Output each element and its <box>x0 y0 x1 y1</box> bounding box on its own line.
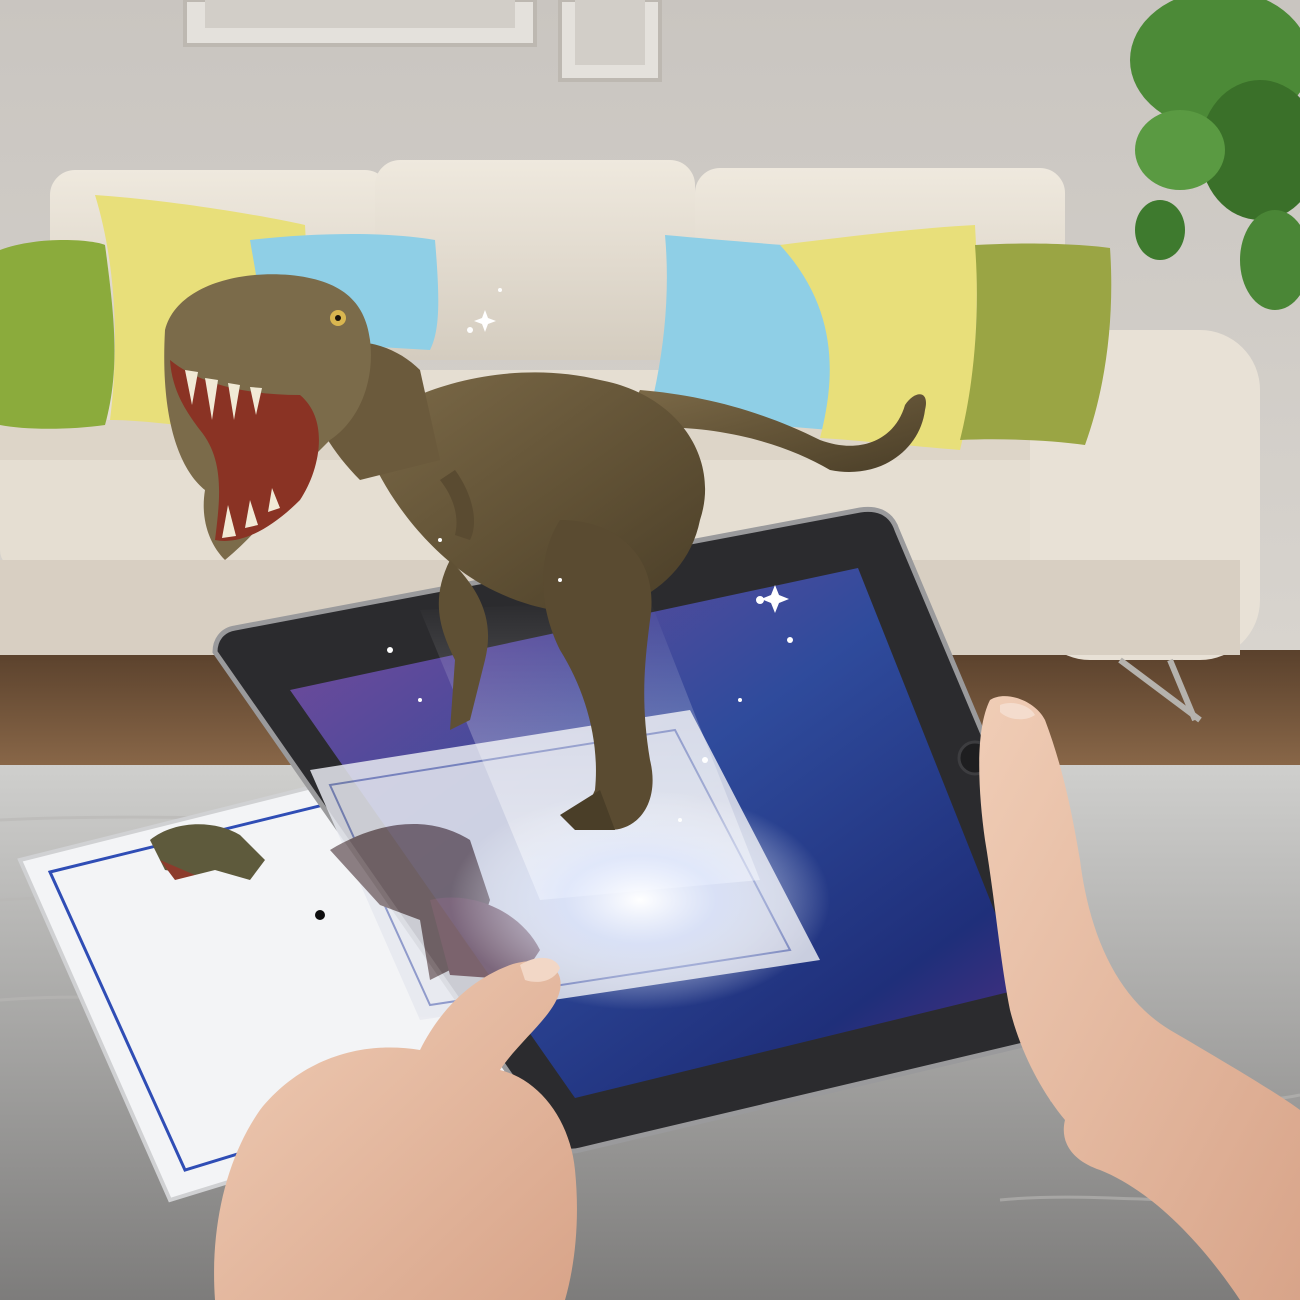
scene-illustration <box>0 0 1300 1300</box>
tablet-camera-icon <box>315 910 325 920</box>
ar-dinosaur-scene <box>0 0 1300 1300</box>
